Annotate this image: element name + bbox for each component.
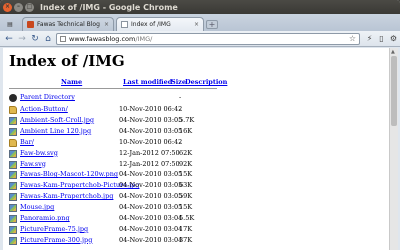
file-date: 10-Nov-2010 06:42	[119, 105, 183, 113]
file-link[interactable]: Panoramio.png	[20, 214, 70, 222]
scroll-up-arrow-icon[interactable]: ▲	[391, 49, 395, 55]
home-button[interactable]: ⌂	[42, 33, 54, 45]
page-content: Index of /IMG Name Last modified Size De…	[3, 48, 389, 250]
file-size: 63K	[179, 181, 193, 190]
tab-close-icon[interactable]: ×	[194, 21, 199, 28]
file-date: 04-Nov-2010 03:05	[119, 170, 183, 179]
file-size: 59K	[179, 192, 193, 201]
page-icon	[60, 36, 66, 42]
extension-icon[interactable]: ⚡	[364, 33, 375, 44]
blog-favicon-icon	[27, 21, 34, 28]
window-minimize-button[interactable]: –	[14, 2, 23, 12]
image-file-icon	[9, 193, 17, 202]
file-link[interactable]: Fawas-Blog-Mascot-120w.png	[20, 170, 118, 178]
file-date: 04-Nov-2010 03:04	[119, 224, 183, 233]
image-file-icon	[9, 215, 17, 223]
file-link[interactable]: PictureFrame-300.jpg	[20, 236, 92, 244]
file-link[interactable]: Mouse.jpg	[20, 203, 54, 211]
file-size: 5.5K	[179, 214, 195, 222]
image-file-icon	[9, 204, 17, 213]
window-title: Index of /IMG - Google Chrome	[40, 2, 178, 12]
browser-toolbar: ← → ↻ ⌂ www.fawasblog.com/IMG/ ☆ ⚡ ▯ ⚙	[0, 31, 400, 47]
file-date: 04-Nov-2010 03:05	[119, 192, 183, 201]
file-size: 17K	[179, 224, 193, 233]
bookmark-star-icon[interactable]: ☆	[349, 34, 356, 43]
file-date: 04-Nov-2010 03:05	[119, 115, 183, 124]
page-title: Index of /IMG	[9, 52, 125, 70]
column-name-link[interactable]: Name	[61, 78, 82, 86]
file-link[interactable]: Faw-bw.svg	[20, 149, 58, 157]
vertical-scrollbar[interactable]: ▲	[389, 48, 398, 250]
folder-icon	[9, 138, 17, 147]
window-close-button[interactable]: ×	[3, 2, 12, 12]
address-bar[interactable]: www.fawasblog.com/IMG/ ☆	[56, 33, 360, 45]
file-date: 04-Nov-2010 03:05	[119, 126, 183, 135]
file-link[interactable]: Fawas-Kam-Prapertchob.jpg	[20, 192, 113, 200]
file-date: 04-Nov-2010 03:04	[119, 214, 183, 222]
url-path: /IMG/	[135, 35, 153, 43]
tab-overview-icon[interactable]: ▤	[2, 19, 18, 29]
image-file-icon	[9, 225, 17, 234]
reload-button[interactable]: ↻	[29, 33, 41, 45]
file-size: 92K	[179, 159, 193, 168]
scroll-thumb[interactable]	[391, 56, 397, 126]
file-size: 15K	[179, 170, 193, 179]
file-date: 04-Nov-2010 03:05	[119, 181, 183, 190]
file-size: 62K	[179, 148, 193, 157]
window-maximize-button[interactable]: □	[25, 2, 34, 12]
image-file-icon	[9, 127, 17, 136]
back-arrow-icon	[9, 94, 17, 102]
tab-label: Index of /IMG	[131, 21, 171, 28]
tab-fawas-blog[interactable]: Fawas Technical Blog ×	[22, 17, 114, 31]
file-size: 5.7K	[179, 115, 195, 124]
image-file-icon	[9, 236, 17, 245]
header-divider	[9, 88, 217, 89]
tab-label: Fawas Technical Blog	[37, 21, 100, 28]
file-size: 37K	[179, 235, 193, 244]
window-controls: × – □	[3, 2, 34, 12]
file-link[interactable]: PictureFrame-75.jpg	[20, 225, 88, 233]
file-size: 15K	[179, 203, 193, 212]
tab-close-icon[interactable]: ×	[104, 21, 109, 28]
forward-button[interactable]: →	[16, 33, 28, 45]
column-size-link[interactable]: Size	[171, 78, 186, 86]
parent-directory-link[interactable]: Parent Directory	[20, 93, 75, 101]
page-menu-icon[interactable]: ▯	[376, 33, 387, 44]
back-button[interactable]: ←	[3, 33, 15, 45]
image-file-icon	[9, 182, 17, 191]
file-date: 10-Nov-2010 06:42	[119, 137, 183, 146]
file-size: -	[179, 137, 182, 146]
column-description-link[interactable]: Description	[185, 78, 227, 86]
page-favicon-icon	[121, 21, 128, 28]
file-link[interactable]: Action-Button/	[20, 105, 68, 113]
image-file-icon	[9, 160, 17, 169]
file-date: 04-Nov-2010 03:04	[119, 235, 183, 244]
tab-strip: ▤ Fawas Technical Blog × Index of /IMG ×…	[0, 14, 400, 31]
url-host: www.fawasblog.com	[69, 35, 136, 43]
image-file-icon	[9, 149, 17, 158]
new-tab-button[interactable]: +	[206, 20, 218, 29]
tab-index-img[interactable]: Index of /IMG ×	[116, 17, 204, 31]
file-date: 04-Nov-2010 03:05	[119, 203, 183, 212]
image-file-icon	[9, 171, 17, 180]
wrench-menu-icon[interactable]: ⚙	[388, 33, 399, 44]
folder-icon	[9, 106, 17, 114]
file-link[interactable]: Faw.svg	[20, 160, 46, 168]
file-link[interactable]: Bar/	[20, 138, 34, 146]
file-size: -	[179, 105, 182, 113]
file-link[interactable]: Ambient-Soft-Croll.jpg	[20, 116, 94, 124]
title-bar: × – □ Index of /IMG - Google Chrome	[0, 0, 400, 14]
file-date: 12-Jan-2012 07:50	[119, 148, 180, 157]
image-file-icon	[9, 116, 17, 125]
column-last-modified-link[interactable]: Last modified	[123, 78, 172, 86]
browser-window: × – □ Index of /IMG - Google Chrome ▤ Fa…	[0, 0, 400, 250]
file-size: 16K	[179, 126, 193, 135]
file-link[interactable]: Ambient Line 120.jpg	[20, 127, 91, 135]
file-date: 12-Jan-2012 07:50	[119, 159, 180, 168]
parent-size: -	[179, 93, 182, 101]
